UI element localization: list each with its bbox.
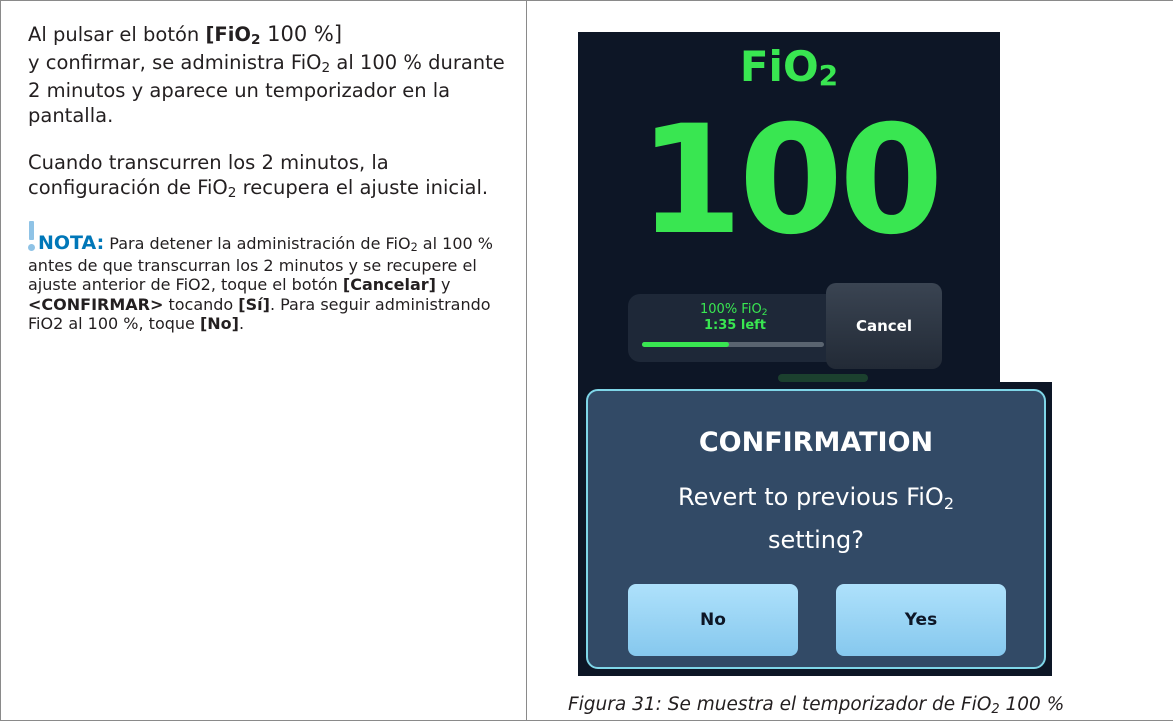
yes-button-ref: [Sí] — [238, 294, 270, 314]
text-run: Para detener la administración de FiO — [104, 234, 411, 253]
timer-progress-fill — [642, 342, 730, 347]
text-run: 100 %] — [260, 22, 343, 46]
subscript: 2 — [321, 60, 331, 76]
text-run: y confirmar, se administra FiO — [28, 51, 322, 74]
text-run: tocando — [163, 294, 239, 314]
text-run: . — [238, 314, 245, 333]
fio2-title-text: FiO — [739, 42, 819, 91]
text-run: [FiO — [205, 23, 252, 46]
paragraph-activate: Al pulsar el botón [FiO2 100 %] y confirm… — [28, 22, 508, 128]
confirm-ref: <CONFIRMAR> — [28, 294, 164, 314]
device-screen: FiO2 100 100% FiO2 1:35 left Cancel — [578, 32, 1000, 382]
subscript: 2 — [943, 494, 954, 513]
caption-text: 100 % — [999, 694, 1065, 715]
yes-button[interactable]: Yes — [836, 584, 1006, 656]
timer-remaining: 1:35 left — [704, 318, 767, 333]
note-label: NOTA: — [38, 232, 105, 254]
fio2-value: 100 — [638, 94, 943, 268]
text-run: y — [435, 275, 451, 294]
text-run: recupera el ajuste inicial. — [236, 176, 489, 199]
dialog-message: Revert to previous FiO2 setting? — [588, 477, 1044, 560]
obscured-text — [778, 374, 868, 382]
cancel-button-ref: [Cancelar] — [342, 275, 436, 294]
subscript: 2 — [227, 185, 237, 201]
dialog-message-text: Revert to previous FiO — [677, 483, 944, 511]
fio2-timer: 100% FiO2 1:35 left — [628, 294, 840, 362]
subscript: 2 — [818, 59, 839, 93]
subscript: 2 — [991, 701, 1000, 717]
instruction-column: Al pulsar el botón [FiO2 100 %] y confirm… — [28, 22, 508, 334]
timer-label: 100% FiO2 — [700, 302, 768, 318]
text-run: Al pulsar el botón — [28, 23, 206, 46]
note-paragraph: NOTA: Para detener la administración de … — [28, 221, 508, 334]
fio2-100-button-ref: [FiO2 — [205, 23, 261, 48]
subscript: 2 — [761, 308, 768, 318]
column-divider — [526, 0, 527, 721]
exclamation-icon — [28, 221, 35, 253]
no-button-ref: [No] — [199, 314, 239, 333]
confirmation-dialog: CONFIRMATION Revert to previous FiO2 sett… — [586, 389, 1046, 669]
timer-progress-bar — [642, 342, 824, 347]
subscript: 2 — [410, 241, 418, 255]
fio2-title: FiO2 — [578, 42, 1000, 93]
subscript: 2 — [251, 32, 261, 48]
caption-text: Figura 31: Se muestra el temporizador de… — [568, 694, 992, 715]
timer-label-text: 100% FiO — [700, 302, 762, 317]
dialog-message-text: setting? — [768, 526, 864, 554]
cancel-button[interactable]: Cancel — [826, 283, 942, 369]
figure-caption: Figura 31: Se muestra el temporizador de… — [568, 694, 1065, 717]
no-button[interactable]: No — [628, 584, 798, 656]
dialog-title: CONFIRMATION — [698, 427, 934, 458]
paragraph-revert: Cuando transcurren los 2 minutos, la con… — [28, 150, 508, 203]
